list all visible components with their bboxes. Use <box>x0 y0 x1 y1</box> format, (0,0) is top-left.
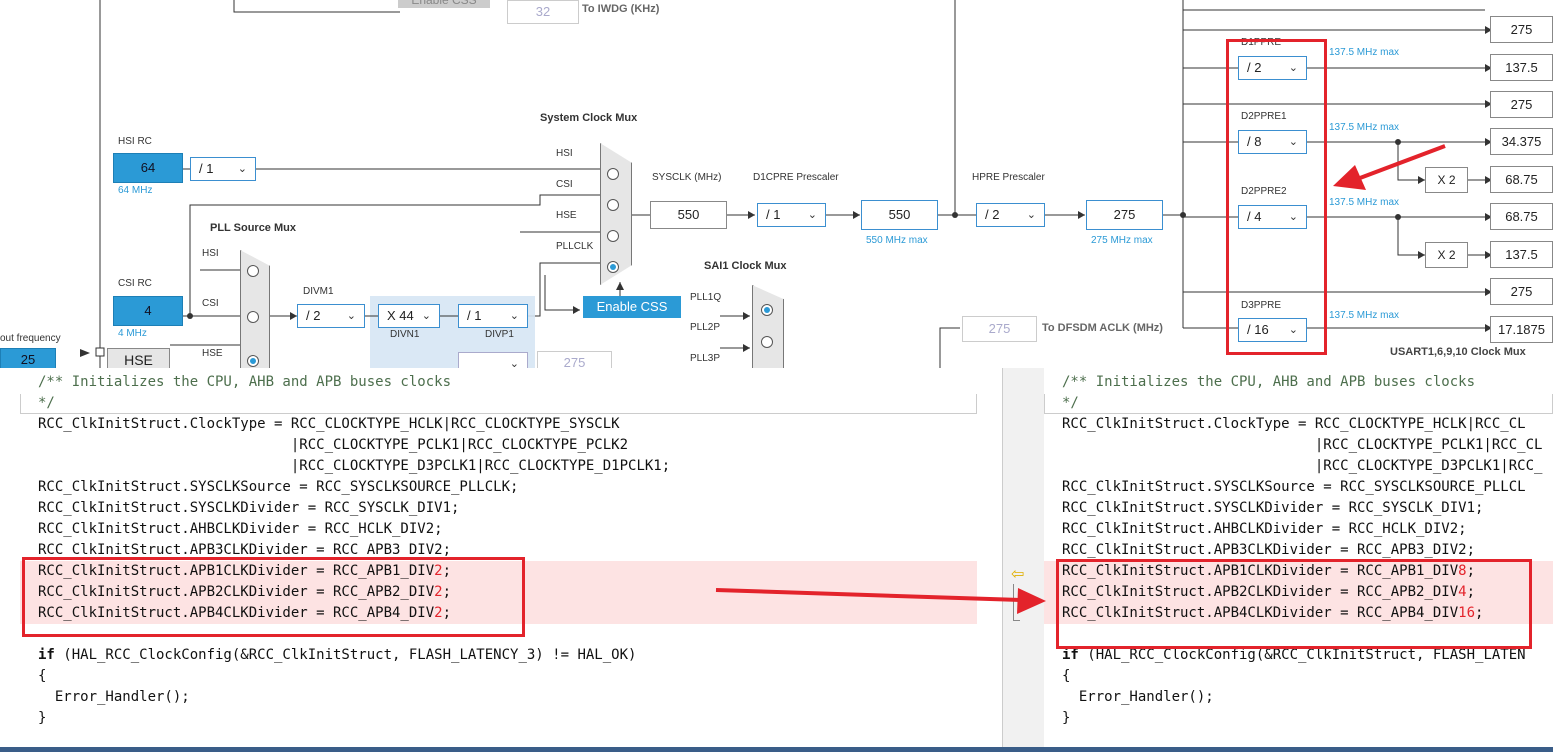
annotation-arrows <box>715 144 1446 614</box>
taskbar-strip <box>0 747 1553 752</box>
